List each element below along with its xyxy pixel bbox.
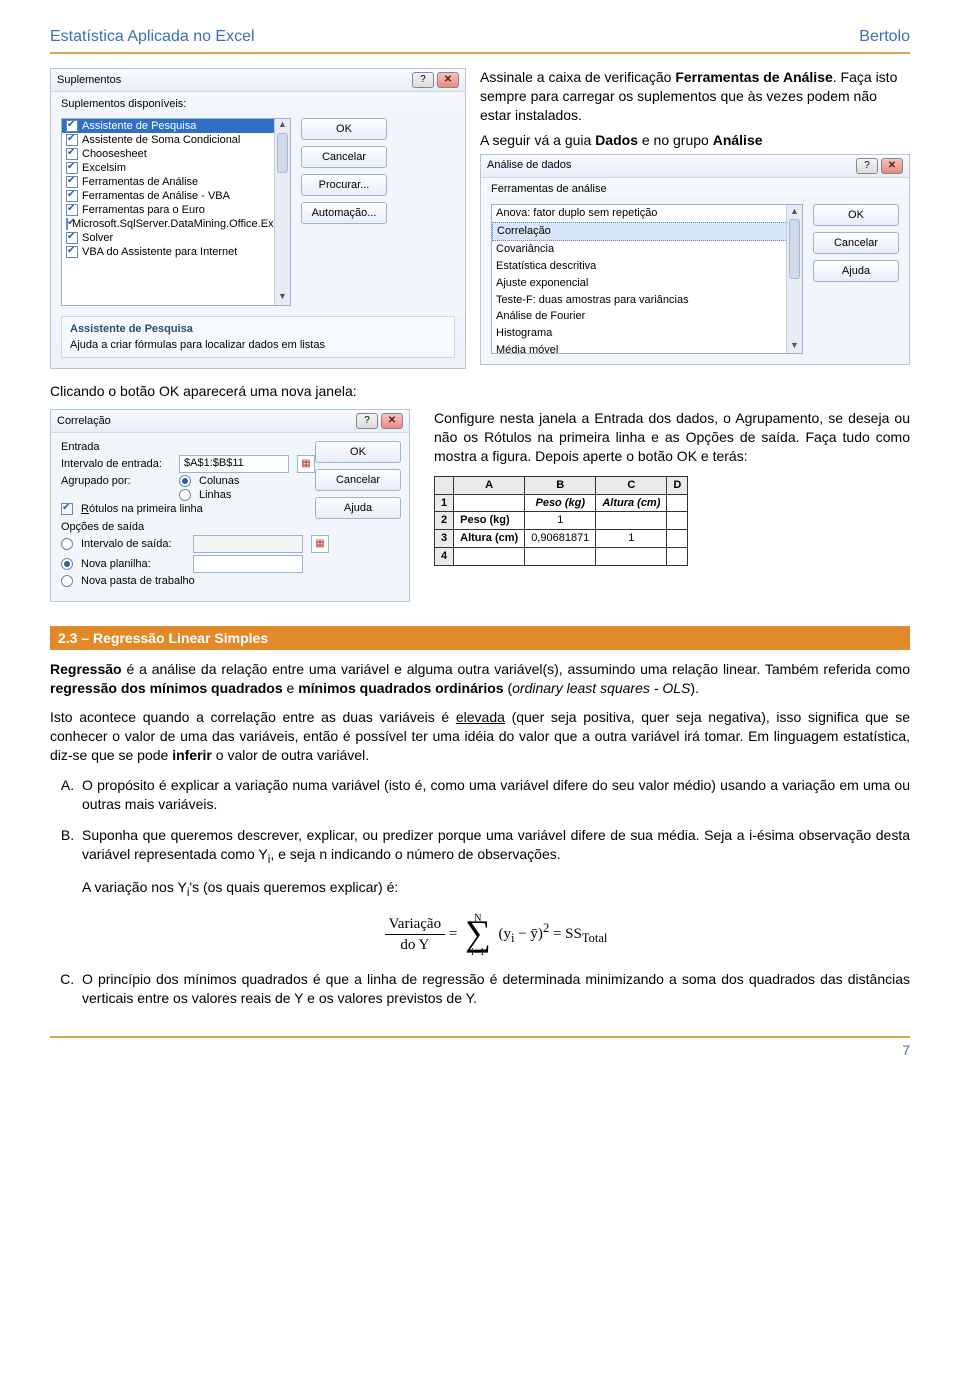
- cancelar-button[interactable]: Cancelar: [813, 232, 899, 254]
- list-item-c: O princípio dos mínimos quadrados é que …: [78, 970, 910, 1008]
- addon-ferramentas-analise-vba[interactable]: Ferramentas de Análise - VBA: [62, 189, 290, 203]
- tool-covariancia[interactable]: Covariância: [492, 241, 802, 258]
- scroll-down-icon[interactable]: ▼: [275, 291, 290, 305]
- result-mini-table: ABCD 1Peso (kg)Altura (cm) 2Peso (kg)1 3…: [434, 476, 688, 566]
- scroll-down-icon[interactable]: ▼: [787, 339, 802, 353]
- scroll-up-icon[interactable]: ▲: [275, 119, 290, 133]
- radio-linhas[interactable]: [179, 489, 191, 501]
- checkbox-icon[interactable]: [66, 232, 78, 244]
- ajuda-button[interactable]: Ajuda: [315, 497, 401, 519]
- page-number: 7: [902, 1042, 910, 1058]
- checkbox-icon[interactable]: [66, 148, 78, 160]
- range-picker-icon[interactable]: ▦: [311, 535, 329, 553]
- range-picker-icon[interactable]: ▦: [297, 455, 315, 473]
- checkbox-icon[interactable]: [66, 134, 78, 146]
- checkbox-icon[interactable]: [66, 218, 68, 230]
- analise-label: Ferramentas de análise: [481, 178, 909, 197]
- addon-sqlserver-datamining[interactable]: Microsoft.SqlServer.DataMining.Office.Ex…: [62, 217, 290, 231]
- suplementos-title: Suplementos: [57, 74, 121, 86]
- regressao-cond-p: Isto acontece quando a correlação entre …: [50, 708, 910, 765]
- ok-button[interactable]: OK: [813, 204, 899, 226]
- addon-assistente-pesquisa[interactable]: Assistente de Pesquisa: [62, 119, 290, 133]
- addon-excelsim[interactable]: Excelsim: [62, 161, 290, 175]
- page-footer: 7: [50, 1036, 910, 1058]
- corr-config-text: Configure nesta janela a Entrada dos dad…: [434, 409, 910, 466]
- step-text: Clicando o botão OK aparecerá uma nova j…: [50, 383, 910, 399]
- list-item-a: O propósito é explicar a variação numa v…: [78, 776, 910, 814]
- ajuda-button[interactable]: Ajuda: [813, 260, 899, 282]
- intro-paragraph-1: Assinale a caixa de verificação Ferramen…: [480, 68, 910, 125]
- radio-nova-pasta[interactable]: [61, 575, 73, 587]
- checkbox-icon[interactable]: [66, 162, 78, 174]
- checkbox-icon[interactable]: [66, 120, 78, 132]
- analise-listbox[interactable]: Anova: fator duplo sem repetição Correla…: [491, 204, 803, 354]
- addon-vba-assistente-internet[interactable]: VBA do Assistente para Internet: [62, 245, 290, 259]
- regressao-def-p: Regressão é a análise da relação entre u…: [50, 660, 910, 698]
- tool-estat-descritiva[interactable]: Estatística descritiva: [492, 258, 802, 275]
- suplementos-dialog: Suplementos ? ✕ Suplementos disponíveis:…: [50, 68, 466, 369]
- scroll-up-icon[interactable]: ▲: [787, 205, 802, 219]
- radio-nova-planilha[interactable]: [61, 558, 73, 570]
- close-window-button[interactable]: ✕: [437, 72, 459, 88]
- agrupado-label: Agrupado por:: [61, 475, 171, 487]
- tool-ajuste-exp[interactable]: Ajuste exponencial: [492, 275, 802, 292]
- checkbox-icon[interactable]: [66, 246, 78, 258]
- addon-ferramentas-euro[interactable]: Ferramentas para o Euro: [62, 203, 290, 217]
- intervalo-entrada-input[interactable]: $A$1:$B$11: [179, 455, 289, 473]
- listbox-scrollbar[interactable]: ▲ ▼: [274, 119, 290, 305]
- scroll-thumb[interactable]: [277, 133, 288, 173]
- checkbox-icon[interactable]: [66, 204, 78, 216]
- tool-media-movel[interactable]: Média móvel: [492, 342, 802, 354]
- checkbox-icon[interactable]: [66, 190, 78, 202]
- section-header: 2.3 – Regressão Linear Simples: [50, 626, 910, 650]
- addon-ferramentas-analise[interactable]: Ferramentas de Análise: [62, 175, 290, 189]
- cancelar-button[interactable]: Cancelar: [315, 469, 401, 491]
- listbox-scrollbar[interactable]: ▲ ▼: [786, 205, 802, 353]
- radio-int-saida[interactable]: [61, 538, 73, 550]
- tool-correlacao[interactable]: Correlação: [492, 222, 802, 241]
- cancelar-button[interactable]: Cancelar: [301, 146, 387, 168]
- checkbox-icon[interactable]: [66, 176, 78, 188]
- variation-line: A variação nos Yi's (os quais queremos e…: [82, 878, 910, 901]
- doc-title-left: Estatística Aplicada no Excel: [50, 28, 255, 46]
- tool-anova[interactable]: Anova: fator duplo sem repetição: [492, 205, 802, 222]
- help-box-title: Assistente de Pesquisa: [70, 323, 446, 335]
- help-box-text: Ajuda a criar fórmulas para localizar da…: [70, 339, 446, 351]
- close-window-button[interactable]: ✕: [381, 413, 403, 429]
- variation-formula: Variaçãodo Y = N∑i=1 (yi − ȳ)2 = SSTotal: [82, 914, 910, 956]
- intervalo-entrada-label: Intervalo de entrada:: [61, 458, 171, 470]
- help-window-button[interactable]: ?: [412, 72, 434, 88]
- tool-fourier[interactable]: Análise de Fourier: [492, 308, 802, 325]
- correlacao-title: Correlação: [57, 415, 111, 427]
- analise-title: Análise de dados: [487, 158, 571, 173]
- addon-solver[interactable]: Solver: [62, 231, 290, 245]
- list-item-b: Suponha que queremos descrever, explicar…: [78, 826, 910, 955]
- radio-colunas[interactable]: [179, 475, 191, 487]
- checkbox-rotulos[interactable]: ✔: [61, 503, 73, 515]
- procurar-button[interactable]: Procurar...: [301, 174, 387, 196]
- help-window-button[interactable]: ?: [356, 413, 378, 429]
- nova-planilha-input[interactable]: [193, 555, 303, 573]
- ok-button[interactable]: OK: [315, 441, 401, 463]
- rotulos-label: RRótulos na primeira linhaótulos na prim…: [81, 503, 203, 515]
- doc-title-right: Bertolo: [859, 28, 910, 46]
- analise-dados-dialog: Análise de dados ? ✕ Ferramentas de anál…: [480, 154, 910, 366]
- addon-choosesheet[interactable]: Choosesheet: [62, 147, 290, 161]
- intro-paragraph-2: A seguir vá a guia Dados e no grupo Anál…: [480, 131, 910, 150]
- suplementos-listbox[interactable]: Assistente de Pesquisa Assistente de Som…: [61, 118, 291, 306]
- close-window-button[interactable]: ✕: [881, 158, 903, 174]
- tool-teste-f[interactable]: Teste-F: duas amostras para variâncias: [492, 292, 802, 309]
- addon-soma-condicional[interactable]: Assistente de Soma Condicional: [62, 133, 290, 147]
- scroll-thumb[interactable]: [789, 219, 800, 279]
- tool-histograma[interactable]: Histograma: [492, 325, 802, 342]
- suplementos-label: Suplementos disponíveis:: [51, 92, 465, 110]
- int-saida-input[interactable]: [193, 535, 303, 553]
- ok-button[interactable]: OK: [301, 118, 387, 140]
- help-window-button[interactable]: ?: [856, 158, 878, 174]
- header-rule: [50, 52, 910, 54]
- grp-saida-label: Opções de saída: [61, 521, 399, 533]
- automacao-button[interactable]: Automação...: [301, 202, 387, 224]
- correlacao-dialog: Correlação ? ✕ OK Cancelar Ajuda Entrada…: [50, 409, 410, 602]
